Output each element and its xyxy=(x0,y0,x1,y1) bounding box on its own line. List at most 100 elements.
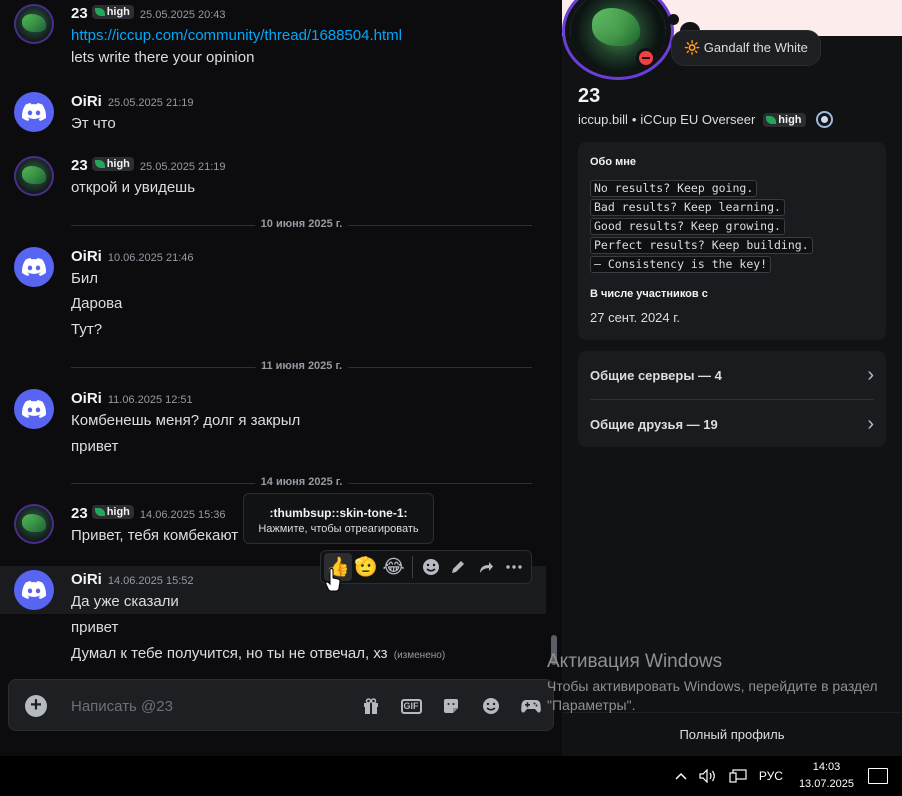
avatar[interactable] xyxy=(14,92,54,132)
nitro-badge-icon[interactable] xyxy=(815,111,833,128)
message-author[interactable]: OiRi 25.05.2025 21:19 xyxy=(71,93,193,110)
full-profile-button[interactable]: Полный профиль xyxy=(562,712,902,756)
timestamp: 10.06.2025 21:46 xyxy=(107,252,194,264)
gift-icon[interactable] xyxy=(357,693,385,719)
avatar[interactable] xyxy=(14,504,54,544)
timestamp: 11.06.2025 12:51 xyxy=(107,394,193,406)
message-author[interactable]: OiRi 14.06.2025 15:52 xyxy=(71,571,193,588)
message-text: Бил xyxy=(71,270,98,287)
message-text: lets write there your opinion xyxy=(71,49,255,66)
about-line: Perfect results? Keep building. xyxy=(590,237,813,254)
add-reaction-icon[interactable] xyxy=(417,553,445,581)
forward-icon[interactable] xyxy=(472,553,500,581)
profile-display-name: 23 xyxy=(578,85,601,107)
message-text: Привет, тебя комбекают xyxy=(71,527,239,544)
about-me-heading: Обо мне xyxy=(590,156,637,168)
message-text: привет xyxy=(71,619,119,636)
timestamp: 25.05.2025 21:19 xyxy=(107,97,194,109)
about-line: — Consistency is the key! xyxy=(590,256,772,273)
laughing-reaction-button[interactable]: 😂 xyxy=(380,553,408,581)
message-author[interactable]: 23 high 25.05.2025 21:19 xyxy=(71,157,226,174)
hand-cursor-icon xyxy=(325,568,341,592)
message-author[interactable]: OiRi 11.06.2025 12:51 xyxy=(71,390,193,407)
guild-tag-badge: high xyxy=(91,505,134,519)
gif-icon[interactable]: GIF xyxy=(397,693,425,719)
timestamp: 25.05.2025 20:43 xyxy=(139,9,226,21)
chevron-right-icon: › xyxy=(867,412,874,435)
activation-title: Активация Windows xyxy=(547,651,723,672)
input-language[interactable]: РУС xyxy=(759,769,783,783)
message-author[interactable]: OiRi 10.06.2025 21:46 xyxy=(71,248,193,265)
avatar[interactable] xyxy=(14,4,54,44)
salute-reaction-button[interactable]: 🫡 xyxy=(352,553,380,581)
profile-username[interactable]: iccup.bill xyxy=(578,112,628,127)
discord-logo-icon xyxy=(22,581,46,599)
upload-plus-icon[interactable]: + xyxy=(25,695,47,717)
clock-time: 14:03 xyxy=(812,761,841,773)
message-composer: + GIF xyxy=(8,679,554,731)
timestamp: 25.05.2025 21:19 xyxy=(139,161,226,173)
message-author[interactable]: 23 high 14.06.2025 15:36 xyxy=(71,505,226,522)
emoji-icon[interactable] xyxy=(477,693,505,719)
mutual-card: Общие серверы — 4 › Общие друзья — 19 › xyxy=(578,351,886,447)
date-divider: 11 июня 2025 г. xyxy=(71,360,532,372)
guild-tag-badge[interactable]: high xyxy=(763,112,806,127)
taskbar-clock[interactable]: 14:03 13.07.2025 xyxy=(799,759,854,793)
date-divider: 14 июня 2025 г. xyxy=(71,476,532,488)
member-since-heading: В числе участников с xyxy=(590,288,708,300)
message-text: Дарова xyxy=(71,295,123,312)
message-actions-toolbar: 👍 🫡 😂 xyxy=(320,550,532,584)
message-text: Да уже сказали xyxy=(71,593,179,610)
dnd-status-icon xyxy=(636,48,656,68)
network-icon[interactable] xyxy=(729,769,747,783)
mutual-friends-row[interactable]: Общие друзья — 19 › xyxy=(590,400,874,448)
avatar[interactable] xyxy=(14,570,54,610)
more-options-icon[interactable] xyxy=(500,553,528,581)
about-line: Good results? Keep growing. xyxy=(590,218,785,235)
chevron-right-icon: › xyxy=(867,363,874,386)
timestamp: 14.06.2025 15:36 xyxy=(139,509,226,521)
member-since-date: 27 сент. 2024 г. xyxy=(590,310,681,325)
windows-taskbar: РУС 14:03 13.07.2025 xyxy=(0,756,902,796)
discord-logo-icon xyxy=(22,258,46,276)
custom-status: 🔆 Gandalf the White xyxy=(671,30,821,66)
message-text: Думал к тебе получится, но ты не отвечал… xyxy=(71,645,446,662)
discord-logo-icon xyxy=(22,400,46,418)
profile-tagline: iCCup EU Overseer xyxy=(640,112,756,127)
windows-activation-watermark: Активация Windows Чтобы активировать Win… xyxy=(547,651,887,715)
toolbar-divider xyxy=(411,556,413,578)
chevron-up-icon[interactable] xyxy=(675,772,687,780)
discord-logo-icon xyxy=(22,103,46,121)
leaf-icon xyxy=(94,8,105,16)
guild-tag-badge: high xyxy=(91,5,134,19)
activities-gamepad-icon[interactable] xyxy=(517,693,545,719)
clock-date: 13.07.2025 xyxy=(798,778,854,790)
message-input[interactable] xyxy=(71,694,331,718)
status-bubble-tail xyxy=(668,14,679,25)
mutual-servers-row[interactable]: Общие серверы — 4 › xyxy=(590,351,874,399)
message-text: Эт что xyxy=(71,115,116,132)
edited-label: (изменено) xyxy=(393,650,446,661)
profile-subline: iccup.bill • iCCup EU Overseer high xyxy=(578,111,833,128)
message-link[interactable]: https://iccup.com/community/thread/16885… xyxy=(71,27,402,44)
leaf-icon xyxy=(766,115,777,124)
avatar[interactable] xyxy=(14,156,54,196)
leaf-icon xyxy=(94,160,105,168)
notifications-icon[interactable] xyxy=(868,768,888,784)
sticker-icon[interactable] xyxy=(437,693,465,719)
leaf-icon xyxy=(94,508,105,516)
activation-text: Чтобы активировать Windows, перейдите в … xyxy=(547,678,878,713)
system-tray: РУС 14:03 13.07.2025 xyxy=(669,756,902,796)
reaction-tooltip: :thumbsup::skin-tone-1: Нажмите, чтобы о… xyxy=(243,493,434,544)
avatar[interactable] xyxy=(14,247,54,287)
about-line: No results? Keep going. xyxy=(590,180,758,197)
guild-tag-badge: high xyxy=(91,157,134,171)
about-line: Bad results? Keep learning. xyxy=(590,199,785,216)
separator-dot: • xyxy=(631,112,637,127)
message-text: открой и увидешь xyxy=(71,179,196,196)
about-me-card: Обо мне No results? Keep going. Bad resu… xyxy=(578,142,886,340)
message-author[interactable]: 23 high 25.05.2025 20:43 xyxy=(71,5,226,22)
edit-pencil-icon[interactable] xyxy=(444,553,472,581)
volume-icon[interactable] xyxy=(699,769,717,783)
avatar[interactable] xyxy=(14,389,54,429)
